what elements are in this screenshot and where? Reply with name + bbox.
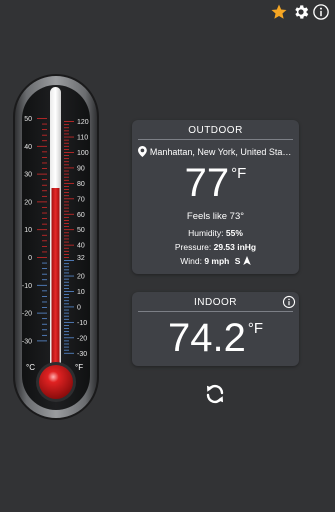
fahrenheit-tick-label: 50 <box>77 227 85 234</box>
celsius-tick-label: 40 <box>24 144 32 151</box>
fahrenheit-tick-label: 100 <box>77 150 89 157</box>
fahrenheit-tick-label: 20 <box>77 274 85 281</box>
outdoor-card: OUTDOOR Manhattan, New York, United Stat… <box>132 120 299 274</box>
wind-arrow-icon <box>243 256 251 265</box>
fahrenheit-tick-label: 110 <box>77 135 88 142</box>
celsius-tick-label: 10 <box>24 227 32 234</box>
fahrenheit-tick-label: 70 <box>77 196 85 203</box>
humidity-row: Humidity: 55% <box>132 228 299 238</box>
fahrenheit-unit-label: °F <box>75 363 83 372</box>
indoor-card: INDOOR 74.2 °F <box>132 292 299 366</box>
fahrenheit-tick-label: 90 <box>77 165 85 172</box>
indoor-temperature: 74.2 °F <box>132 318 299 358</box>
fahrenheit-tick-label: 10 <box>77 289 85 296</box>
indoor-temperature-unit: °F <box>247 320 264 337</box>
star-icon[interactable] <box>270 3 288 21</box>
celsius-tick-label: -20 <box>22 311 32 318</box>
info-icon[interactable] <box>312 3 330 21</box>
thermometer: 50403020100-10-20-30 1201101009080706050… <box>13 74 99 420</box>
indoor-temperature-value: 74.2 <box>167 316 246 360</box>
pressure-label: Pressure: <box>174 242 212 252</box>
wind-direction: S <box>234 256 241 266</box>
celsius-tick-label: 50 <box>24 116 32 123</box>
fahrenheit-tick-label: 60 <box>77 212 85 219</box>
location-row[interactable]: Manhattan, New York, United States <box>132 140 299 157</box>
info-icon[interactable] <box>282 295 296 309</box>
celsius-unit-label: °C <box>26 363 35 372</box>
humidity-value: 55% <box>225 228 243 238</box>
humidity-label: Humidity: <box>188 228 224 238</box>
wind-label: Wind: <box>180 256 202 266</box>
feels-like: Feels like 73° <box>186 211 245 222</box>
outdoor-temperature-value: 77 <box>184 161 230 205</box>
fahrenheit-tick-label: -30 <box>77 351 87 358</box>
wind-row: Wind: 9 mph S <box>132 256 299 266</box>
celsius-tick-label: -10 <box>22 283 32 290</box>
refresh-icon[interactable] <box>203 382 227 406</box>
celsius-tick-label: 20 <box>24 199 32 206</box>
fahrenheit-tick-label: 0 <box>77 304 81 311</box>
fahrenheit-tick-label: 120 <box>77 119 89 126</box>
celsius-tick-label: 0 <box>28 255 32 262</box>
gear-icon[interactable] <box>292 3 310 21</box>
outdoor-temperature: 77 °F <box>132 163 299 203</box>
location-text: Manhattan, New York, United States <box>149 146 293 157</box>
fahrenheit-tick-label: -20 <box>77 335 87 342</box>
fahrenheit-tick-label: -10 <box>77 320 87 327</box>
indoor-divider <box>138 311 293 312</box>
pressure-value: 29.53 inHg <box>213 242 257 252</box>
pressure-row: Pressure: 29.53 inHg <box>132 242 299 252</box>
mercury-column <box>51 188 60 378</box>
thermometer-bulb <box>39 365 73 399</box>
outdoor-title: OUTDOOR <box>188 125 243 136</box>
fahrenheit-tick-label: 80 <box>77 181 85 188</box>
wind-value: 9 mph <box>204 256 230 266</box>
celsius-tick-label: 30 <box>24 172 32 179</box>
celsius-tick-label: -30 <box>22 338 32 345</box>
indoor-title: INDOOR <box>194 297 237 308</box>
location-pin-icon <box>138 146 147 157</box>
fahrenheit-tick-label: 40 <box>77 243 85 250</box>
outdoor-temperature-unit: °F <box>231 165 247 182</box>
fahrenheit-tick-label: 32 <box>77 255 85 262</box>
